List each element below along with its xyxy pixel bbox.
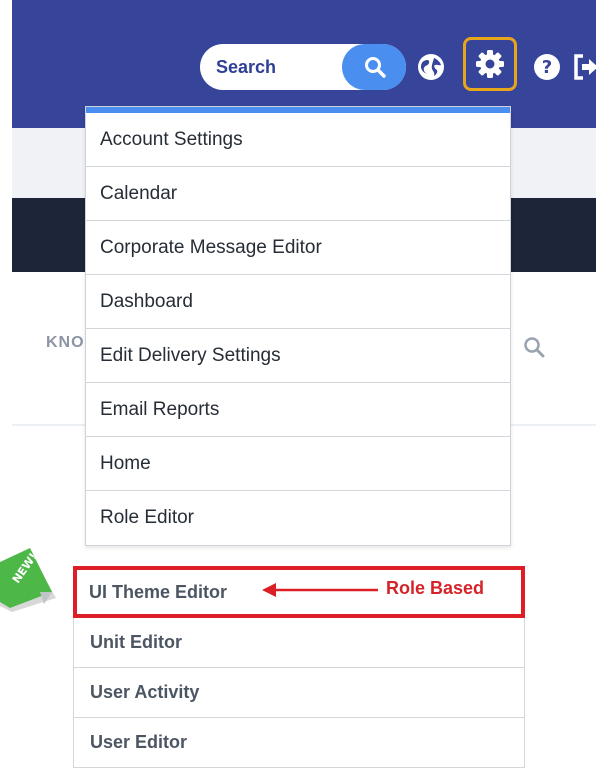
search-button[interactable] bbox=[342, 44, 406, 90]
search-icon bbox=[365, 57, 386, 78]
menu-item-user-activity[interactable]: User Activity bbox=[73, 668, 525, 718]
settings-dropdown: Account Settings Calendar Corporate Mess… bbox=[85, 106, 511, 546]
menu-item-corporate-message-editor[interactable]: Corporate Message Editor bbox=[86, 221, 510, 275]
annotation-arrow-icon bbox=[262, 583, 378, 597]
help-icon[interactable]: ? bbox=[532, 52, 562, 82]
search-box[interactable]: Search bbox=[200, 44, 406, 90]
logout-icon[interactable] bbox=[572, 53, 596, 81]
gear-icon bbox=[476, 50, 504, 78]
new-badge: NEW! bbox=[0, 548, 56, 612]
svg-text:?: ? bbox=[542, 57, 552, 78]
globe-icon[interactable] bbox=[416, 52, 446, 82]
menu-item-unit-editor[interactable]: Unit Editor bbox=[73, 618, 525, 668]
menu-item-account-settings[interactable]: Account Settings bbox=[86, 113, 510, 167]
menu-item-dashboard[interactable]: Dashboard bbox=[86, 275, 510, 329]
role-based-annotation: Role Based bbox=[386, 578, 485, 598]
search-icon[interactable] bbox=[523, 336, 545, 358]
menu-item-edit-delivery-settings[interactable]: Edit Delivery Settings bbox=[86, 329, 510, 383]
menu-item-calendar[interactable]: Calendar bbox=[86, 167, 510, 221]
nav-partial-label: KNO bbox=[46, 334, 85, 351]
menu-item-role-editor[interactable]: Role Editor bbox=[86, 491, 510, 545]
menu-item-email-reports[interactable]: Email Reports bbox=[86, 383, 510, 437]
menu-item-home[interactable]: Home bbox=[86, 437, 510, 491]
search-label: Search bbox=[216, 57, 277, 77]
settings-button[interactable] bbox=[463, 37, 517, 91]
